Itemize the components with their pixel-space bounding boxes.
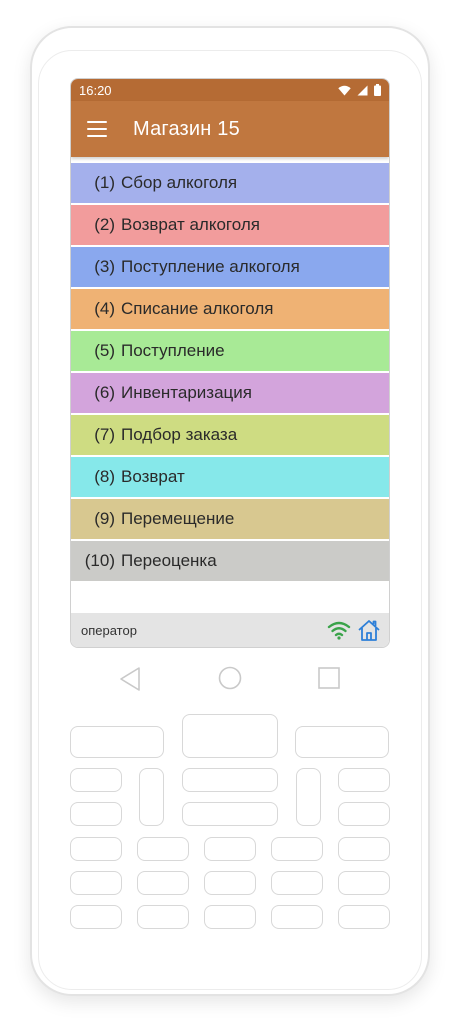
menu-list: (1) Сбор алкоголя (2) Возврат алкоголя (3) По… [71,163,389,581]
keypad-key[interactable] [70,871,122,895]
keypad-key[interactable] [70,837,122,861]
wifi-icon[interactable] [327,620,351,640]
bottom-icons [327,619,381,641]
back-icon[interactable] [118,666,142,692]
keypad-key[interactable] [137,837,189,861]
keypad-key[interactable] [271,905,323,929]
keypad-key[interactable] [70,905,122,929]
menu-item[interactable]: (8) Возврат [71,457,389,497]
bottom-bar: оператор [71,613,389,647]
key-row2-left[interactable] [70,802,122,826]
system-nav-bar [0,664,460,694]
menu-item-label: Возврат [121,467,185,486]
cell-signal-icon [357,85,368,95]
menu-item-number: (5) [94,341,115,360]
status-time: 16:20 [79,82,112,98]
soft-key-left[interactable] [70,726,164,758]
keypad-key[interactable] [271,871,323,895]
menu-item[interactable]: (4) Списание алкоголя [71,289,389,329]
key-left-long[interactable] [139,768,164,826]
status-icons [338,84,381,96]
menu-item-label: Поступление алкоголя [121,257,300,276]
menu-item-number: (9) [94,509,115,528]
menu-item[interactable]: (3) Поступление алкоголя [71,247,389,287]
keypad-key[interactable] [338,905,390,929]
menu-item-label: Перемещение [121,509,235,528]
key-down[interactable] [182,802,278,826]
key-row2-right[interactable] [338,802,390,826]
menu-item-label: Сбор алкоголя [121,173,238,192]
menu-item-number: (10) [84,551,115,570]
menu-item-number: (8) [94,467,115,486]
recents-square-icon[interactable] [318,667,340,689]
menu-item-number: (1) [94,173,115,192]
keypad-key[interactable] [338,837,390,861]
menu-item[interactable]: (5) Поступление [71,331,389,371]
menu-item-number: (7) [94,425,115,444]
app-bar: Магазин 15 [71,101,389,157]
menu-item-label: Возврат алкоголя [121,215,260,234]
app-title: Магазин 15 [133,117,240,140]
screen: 16:20 Магазин 15 (1) Сбор алкоголя (2) Возв… [70,78,390,648]
keypad-key[interactable] [338,871,390,895]
user-label: оператор [81,622,137,638]
status-bar: 16:20 [71,79,389,101]
home-icon[interactable] [357,619,381,641]
key-row1-right[interactable] [338,768,390,792]
menu-item-number: (4) [94,299,115,318]
menu-item-label: Переоценка [121,551,217,570]
home-circle-icon[interactable] [218,666,242,690]
menu-item-label: Подбор заказа [121,425,238,444]
battery-icon [374,84,381,96]
menu-item-label: Поступление [121,341,225,360]
menu-item[interactable]: (9) Перемещение [71,499,389,539]
menu-item-number: (6) [94,383,115,402]
menu-item-label: Списание алкоголя [121,299,274,318]
menu-item[interactable]: (2) Возврат алкоголя [71,205,389,245]
keypad-key[interactable] [204,871,256,895]
keypad-key[interactable] [137,905,189,929]
key-right-long[interactable] [296,768,321,826]
menu-item[interactable]: (6) Инвентаризация [71,373,389,413]
soft-key-right[interactable] [295,726,389,758]
hamburger-menu-icon[interactable] [87,121,107,137]
key-up[interactable] [182,768,278,792]
key-row1-left[interactable] [70,768,122,792]
keypad-key[interactable] [204,837,256,861]
keypad-key[interactable] [137,871,189,895]
menu-item[interactable]: (10) Переоценка [71,541,389,581]
wifi-signal-icon [338,85,351,95]
keypad-key[interactable] [271,837,323,861]
menu-item[interactable]: (7) Подбор заказа [71,415,389,455]
menu-item-number: (2) [94,215,115,234]
keypad-key[interactable] [204,905,256,929]
menu-item-label: Инвентаризация [121,383,252,402]
menu-item[interactable]: (1) Сбор алкоголя [71,163,389,203]
scan-key[interactable] [182,714,278,758]
menu-item-number: (3) [94,257,115,276]
